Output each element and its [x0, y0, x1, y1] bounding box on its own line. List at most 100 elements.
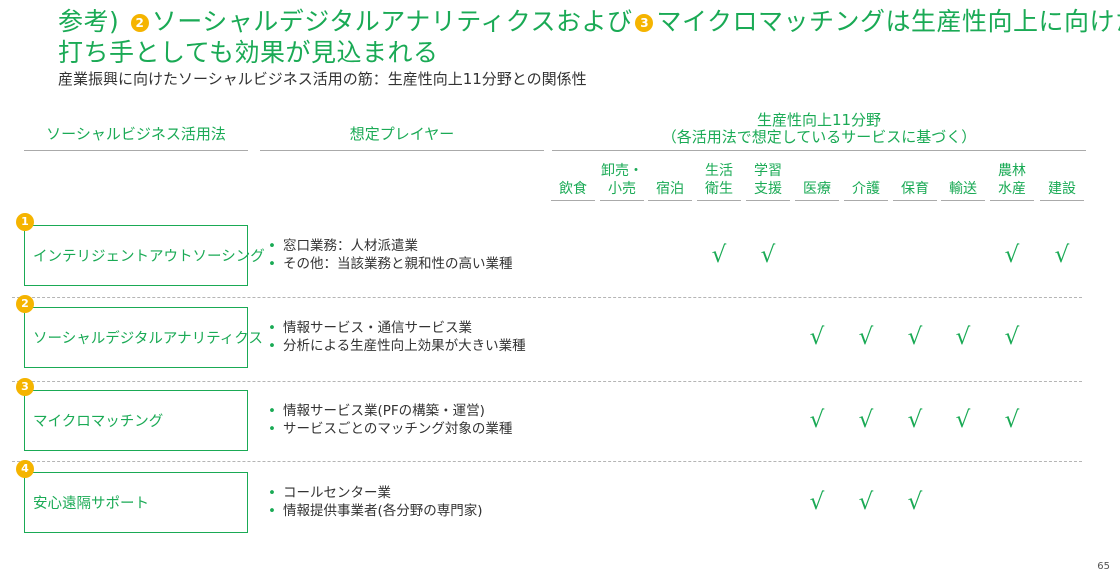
title-line-1: 参考) 2 ソーシャルデジタルアナリティクスおよび 3 マイクロマッチングは生産性向上… — [58, 6, 1120, 37]
check-mark-icon: √ — [858, 324, 874, 350]
player-text: 情報サービス・通信サービス業 — [282, 320, 472, 336]
title-badge-3: 3 — [635, 14, 654, 32]
check-mark-icon: √ — [809, 324, 825, 350]
sector-header: 建設 — [1039, 160, 1085, 198]
row-number-badge: 4 — [16, 460, 34, 478]
sector-header-line: 保育 — [901, 181, 929, 197]
sector-header-underline — [990, 200, 1034, 201]
check-mark-icon: √ — [907, 407, 923, 433]
sector-header-line: 介護 — [852, 181, 880, 197]
sector-header-line: 輸送 — [949, 181, 977, 197]
bullet-icon: • — [268, 403, 276, 419]
row-divider — [12, 381, 1082, 382]
sector-header-line: 水産 — [998, 181, 1026, 197]
player-text: サービスごとのマッチング対象の業種 — [282, 421, 513, 437]
header-players-underline — [260, 150, 544, 151]
method-box: 安心遠隔サポート — [24, 472, 248, 533]
bullet-icon: • — [268, 503, 276, 519]
check-mark-icon: √ — [1054, 242, 1070, 268]
header-players: 想定プレイヤー — [349, 125, 455, 143]
sector-header-underline — [941, 200, 985, 201]
slide-title: 参考) 2 ソーシャルデジタルアナリティクスおよび 3 マイクロマッチングは生産性向上… — [58, 6, 1120, 68]
check-mark-icon: √ — [1004, 407, 1020, 433]
bullet-icon: • — [268, 485, 276, 501]
sector-header-line: 衛生 — [705, 181, 733, 197]
header-method-underline — [24, 150, 248, 151]
sector-header: 生活 衛生 — [696, 160, 742, 198]
title-part-b: マイクロマッチングは生産性向上に向けた — [656, 7, 1120, 36]
sector-header-line: 飲食 — [559, 181, 587, 197]
header-sectors-underline — [552, 150, 1086, 151]
check-mark-icon: √ — [809, 407, 825, 433]
sector-header: 学習 支援 — [745, 160, 791, 198]
check-mark-icon: √ — [858, 489, 874, 515]
row-divider — [12, 461, 1082, 462]
title-line-2: 打ち手としても効果が見込まれる — [58, 38, 439, 67]
bullet-icon: • — [268, 338, 276, 354]
player-item: • コールセンター業 — [268, 484, 483, 502]
check-mark-icon: √ — [809, 489, 825, 515]
bullet-icon: • — [268, 421, 276, 437]
player-item: • 窓口業務：人材派遣業 — [268, 237, 512, 255]
method-box: インテリジェントアウトソーシング — [24, 225, 265, 286]
player-text: 情報サービス業(PFの構築・運営) — [282, 403, 485, 419]
sector-header: 卸売・ 小売 — [599, 160, 645, 198]
bullet-icon: • — [268, 256, 276, 272]
method-box: マイクロマッチング — [24, 390, 248, 451]
row-divider — [12, 297, 1082, 298]
players-list: • 窓口業務：人材派遣業 • その他：当該業務と親和性の高い業種 — [268, 237, 512, 273]
check-mark-icon: √ — [955, 407, 971, 433]
sector-header-line: 農林 — [998, 163, 1026, 179]
row-number-badge: 2 — [16, 295, 34, 313]
player-item: • その他：当該業務と親和性の高い業種 — [268, 255, 512, 273]
players-list: • コールセンター業 • 情報提供事業者(各分野の専門家) — [268, 484, 483, 520]
header-sectors-title: 生産性向上11分野 — [756, 111, 882, 129]
title-prefix: 参考) — [58, 7, 120, 36]
sector-header-underline — [648, 200, 692, 201]
sector-header: 農林 水産 — [989, 160, 1035, 198]
sector-header: 医療 — [794, 160, 840, 198]
sector-header-underline — [600, 200, 644, 201]
player-item: • 情報提供事業者(各分野の専門家) — [268, 502, 483, 520]
row-number-badge: 3 — [16, 378, 34, 396]
player-item: • サービスごとのマッチング対象の業種 — [268, 420, 512, 438]
sector-header-underline — [697, 200, 741, 201]
title-badge-2: 2 — [130, 14, 149, 32]
players-list: • 情報サービス・通信サービス業 • 分析による生産性向上効果が大きい業種 — [268, 319, 526, 355]
sector-header: 介護 — [843, 160, 889, 198]
sector-header-underline — [551, 200, 595, 201]
player-item: • 情報サービス業(PFの構築・運営) — [268, 402, 512, 420]
check-mark-icon: √ — [1004, 242, 1020, 268]
check-mark-icon: √ — [711, 242, 727, 268]
sector-header-line: 支援 — [754, 181, 782, 197]
check-mark-icon: √ — [760, 242, 776, 268]
player-item: • 情報サービス・通信サービス業 — [268, 319, 526, 337]
player-item: • 分析による生産性向上効果が大きい業種 — [268, 337, 526, 355]
player-text: 窓口業務：人材派遣業 — [282, 238, 418, 254]
sector-header: 輸送 — [940, 160, 986, 198]
sector-header-line: 小売 — [608, 181, 636, 197]
header-sectors-note: （各活用法で想定しているサービスに基づく） — [661, 128, 977, 146]
sector-header: 保育 — [892, 160, 938, 198]
sector-header-line: 卸売・ — [601, 163, 643, 179]
sector-header-underline — [893, 200, 937, 201]
player-text: 情報提供事業者(各分野の専門家) — [282, 503, 483, 519]
page-number: 65 — [1097, 561, 1110, 572]
sector-header-underline — [1040, 200, 1084, 201]
check-mark-icon: √ — [858, 407, 874, 433]
method-box: ソーシャルデジタルアナリティクス — [24, 307, 263, 368]
check-mark-icon: √ — [1004, 324, 1020, 350]
sector-header-line: 学習 — [754, 163, 782, 179]
bullet-icon: • — [268, 320, 276, 336]
sector-header-line: 建設 — [1048, 181, 1076, 197]
title-part-a: ソーシャルデジタルアナリティクスおよび — [151, 7, 633, 36]
player-text: その他：当該業務と親和性の高い業種 — [282, 256, 513, 272]
header-method: ソーシャルビジネス活用法 — [46, 125, 226, 143]
sector-header: 宿泊 — [647, 160, 693, 198]
player-text: コールセンター業 — [282, 485, 391, 501]
sector-header-line: 宿泊 — [656, 181, 684, 197]
sector-header: 飲食 — [550, 160, 596, 198]
slide-subtitle: 産業振興に向けたソーシャルビジネス活用の筋：生産性向上11分野との関係性 — [58, 70, 587, 88]
check-mark-icon: √ — [955, 324, 971, 350]
player-text: 分析による生産性向上効果が大きい業種 — [282, 338, 526, 354]
